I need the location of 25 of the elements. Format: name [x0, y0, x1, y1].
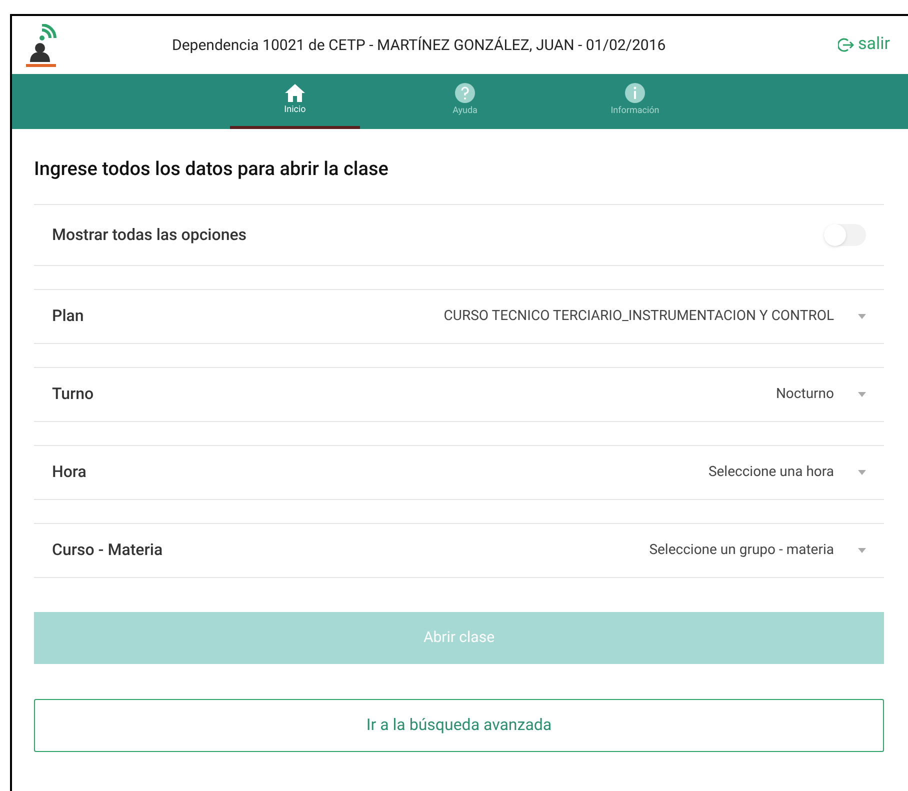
home-icon: [284, 82, 306, 103]
page-heading: Ingrese todos los datos para abrir la clase: [34, 156, 390, 182]
header-title: Dependencia 10021 de CETP - MARTÍNEZ GONZÁLEZ, JUAN - 01/02/2016: [172, 34, 666, 56]
help-icon: [454, 82, 476, 104]
nav-tab[interactable]: Ayuda: [400, 74, 530, 129]
caret-icon: [858, 548, 866, 552]
caret-icon: [858, 470, 866, 474]
field-label: Plan: [52, 305, 84, 327]
field-label: Hora: [52, 461, 86, 483]
nav-tab[interactable]: Información: [570, 74, 700, 129]
logout-link[interactable]: salir: [838, 32, 890, 58]
field-label: Curso - Materia: [52, 539, 163, 561]
toggle-label: Mostrar todas las opciones: [52, 224, 247, 246]
caret-icon: [858, 392, 866, 396]
nav-tab[interactable]: Inicio: [230, 74, 360, 129]
select-field[interactable]: Seleccione un grupo - materia: [649, 540, 866, 560]
toggle-switch[interactable]: [824, 224, 866, 246]
select-field[interactable]: CURSO TECNICO TERCIARIO_INSTRUMENTACION Y CONTROL: [444, 306, 866, 326]
select-field[interactable]: Nocturno: [776, 384, 866, 404]
advanced-search-button[interactable]: Ir a la búsqueda avanzada: [34, 698, 884, 752]
info-icon: [624, 82, 646, 104]
field-label: Turno: [52, 383, 94, 405]
select-field[interactable]: Seleccione una hora: [708, 462, 866, 482]
caret-icon: [858, 314, 866, 318]
logout-icon: [838, 37, 854, 53]
